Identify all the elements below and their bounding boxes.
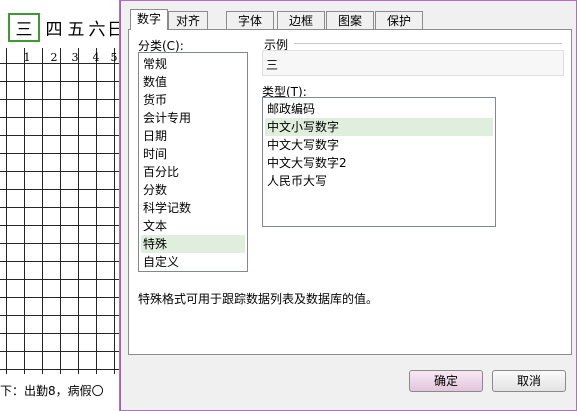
sheet-footer-text: 下：出勤8，病假〇 bbox=[0, 384, 104, 398]
list-item-selected[interactable]: 特殊 bbox=[141, 235, 245, 253]
list-item[interactable]: 科学记数 bbox=[141, 199, 245, 217]
list-item[interactable]: 日期 bbox=[141, 127, 245, 145]
number-cell: 3 bbox=[71, 51, 79, 64]
list-item[interactable]: 数值 bbox=[141, 73, 245, 91]
sheet-grid[interactable] bbox=[0, 48, 130, 374]
number-tab-panel: 分类(C): 常规 数值 货币 会计专用 日期 时间 百分比 分数 科学记数 文… bbox=[128, 29, 572, 355]
number-cell: 2 bbox=[50, 51, 58, 64]
header-cell[interactable]: 四 bbox=[43, 16, 65, 44]
sample-group-line bbox=[294, 43, 562, 44]
list-item[interactable]: 自定义 bbox=[141, 253, 245, 271]
tab-protection[interactable]: 保护 bbox=[375, 11, 423, 29]
selected-cell-border bbox=[8, 13, 40, 42]
type-list[interactable]: 邮政编码 中文小写数字 中文大写数字 中文大写数字2 人民币大写 bbox=[262, 97, 496, 227]
list-item[interactable]: 人民币大写 bbox=[265, 172, 493, 190]
ok-button[interactable]: 确定 bbox=[409, 370, 483, 392]
list-item[interactable]: 常规 bbox=[141, 55, 245, 73]
list-item[interactable]: 中文大写数字 bbox=[265, 136, 493, 154]
tab-alignment[interactable]: 对齐 bbox=[168, 11, 208, 29]
list-item[interactable]: 百分比 bbox=[141, 163, 245, 181]
format-cells-dialog: 数字 对齐 字体 边框 图案 保护 分类(C): 常规 数值 货币 会计专用 日… bbox=[119, 0, 577, 411]
number-cell: 1 bbox=[23, 51, 31, 64]
cancel-button[interactable]: 取消 bbox=[492, 370, 566, 392]
list-item-selected[interactable]: 中文小写数字 bbox=[265, 118, 493, 136]
tab-number[interactable]: 数字 bbox=[130, 9, 168, 30]
format-description: 特殊格式可用于跟踪数据列表及数据库的值。 bbox=[138, 292, 379, 306]
tab-border[interactable]: 边框 bbox=[277, 11, 325, 29]
number-cell: 4 bbox=[92, 51, 100, 64]
sample-value: 三 bbox=[266, 58, 279, 72]
list-item[interactable]: 邮政编码 bbox=[265, 100, 493, 118]
tab-font[interactable]: 字体 bbox=[226, 11, 274, 29]
list-item[interactable]: 时间 bbox=[141, 145, 245, 163]
header-cell[interactable]: 五 bbox=[65, 16, 87, 44]
list-item[interactable]: 分数 bbox=[141, 181, 245, 199]
category-list[interactable]: 常规 数值 货币 会计专用 日期 时间 百分比 分数 科学记数 文本 特殊 自定… bbox=[138, 52, 248, 272]
header-cell[interactable]: 六 bbox=[86, 16, 108, 44]
list-item[interactable]: 货币 bbox=[141, 91, 245, 109]
tab-pattern[interactable]: 图案 bbox=[326, 11, 374, 29]
list-item[interactable]: 会计专用 bbox=[141, 109, 245, 127]
list-item[interactable]: 中文大写数字2 bbox=[265, 154, 493, 172]
list-item[interactable]: 文本 bbox=[141, 217, 245, 235]
sample-box: 三 bbox=[262, 50, 564, 76]
